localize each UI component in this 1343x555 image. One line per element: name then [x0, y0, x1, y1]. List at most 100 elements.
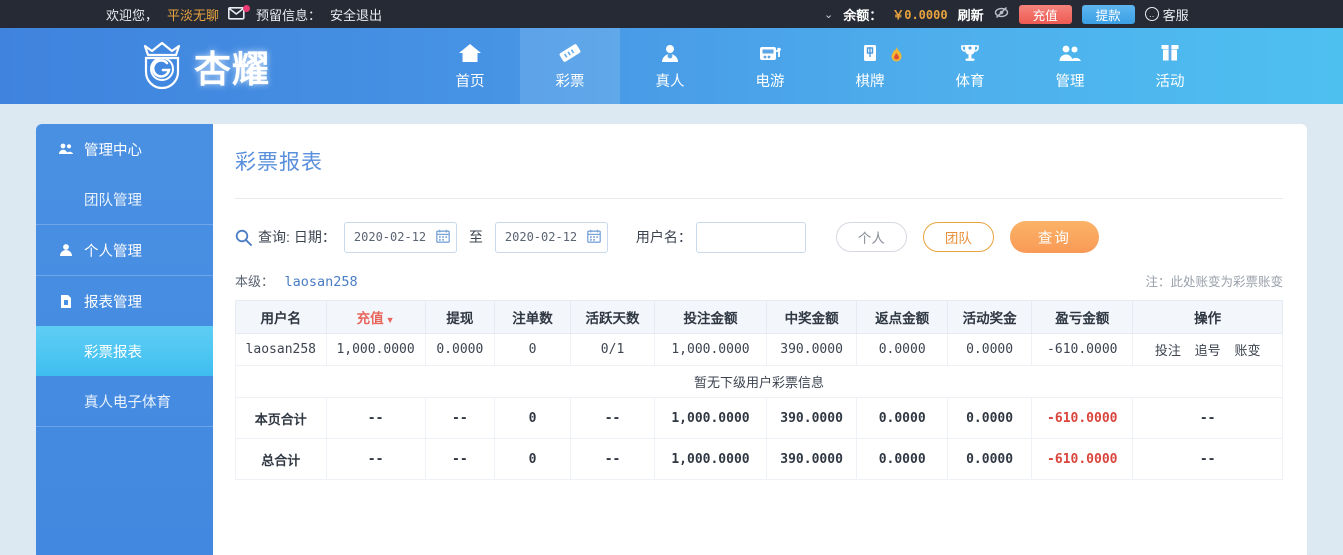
nav-item-label: 棋牌 — [855, 74, 885, 90]
withdraw-button[interactable]: 提款 — [1081, 4, 1135, 24]
cell-rebate: 0.0000 — [856, 397, 948, 439]
balance-label: 余额： — [843, 7, 883, 23]
users-icon — [1058, 41, 1082, 65]
team-filter-button[interactable]: 团队 — [922, 222, 994, 252]
nav-item-manage[interactable]: 管理 — [1020, 28, 1120, 104]
col-win-amount[interactable]: 中奖金额 — [765, 300, 858, 334]
sidebar-subitem-label: 彩票报表 — [84, 344, 142, 361]
username-label: 平淡无聊 — [167, 7, 220, 23]
op-bet-link[interactable]: 投注 — [1155, 344, 1181, 359]
cell-bet-count: 0 — [494, 438, 571, 480]
query-button[interactable]: 查询 — [1009, 221, 1099, 253]
logout-link[interactable]: 安全退出 — [330, 5, 382, 24]
calendar-icon[interactable] — [436, 229, 450, 245]
nav-item-label: 彩票 — [555, 74, 585, 90]
date-to-value: 2020-02-12 — [504, 230, 578, 244]
mail-icon[interactable] — [228, 5, 251, 21]
nav-item-live[interactable]: 真人 — [620, 28, 720, 104]
cell-withdraw: -- — [424, 438, 496, 480]
cell-win-amount: 390.0000 — [765, 397, 858, 439]
top-utility-bar: 欢迎您， 平淡无聊 预留信息： 安全退出 ⌄ 余额： ￥0.0000 刷新 充值… — [0, 0, 1343, 28]
sidebar-item-label: 报表管理 — [84, 294, 142, 311]
calendar-icon[interactable] — [587, 229, 601, 245]
table-row: laosan258 1,000.0000 0.0000 0 0/1 1,000.… — [235, 333, 1283, 366]
page-total-row: 本页合计 -- -- 0 -- 1,000.0000 390.0000 0.00… — [235, 397, 1283, 439]
sidebar-item-lottery-report[interactable]: 彩票报表 — [36, 326, 213, 376]
date-range-separator: 至 — [468, 229, 483, 245]
nav-item-activity[interactable]: 活动 — [1120, 28, 1220, 104]
nav-item-lottery[interactable]: 彩票 — [520, 28, 620, 104]
username-label: 用户名： — [635, 229, 692, 245]
ticket-icon — [558, 41, 582, 65]
sidebar-item-personal-manage[interactable]: 个人管理 — [36, 225, 213, 275]
cell-rebate: 0.0000 — [856, 438, 948, 480]
col-username[interactable]: 用户名 — [235, 300, 327, 334]
sidebar-item-label: 管理中心 — [84, 142, 142, 159]
balance-value: ￥0.0000 — [892, 7, 948, 22]
nav-item-label: 管理 — [1055, 74, 1085, 90]
nav-item-egame[interactable]: 电游 — [720, 28, 820, 104]
nav-item-sports[interactable]: 体育 — [920, 28, 1020, 104]
col-withdraw[interactable]: 提现 — [424, 300, 496, 334]
cell-bonus: 0.0000 — [946, 438, 1033, 480]
col-recharge[interactable]: 充值 ▼ — [325, 300, 426, 334]
search-icon — [235, 229, 252, 246]
cell-win-amount: 390.0000 — [765, 333, 858, 366]
col-profit[interactable]: 盈亏金额 — [1031, 300, 1134, 334]
sidebar-item-report-manage[interactable]: 报表管理 — [36, 276, 213, 326]
cell-win-amount: 390.0000 — [765, 438, 858, 480]
cell-rebate: 0.0000 — [856, 333, 948, 366]
query-label: 查询: — [258, 229, 290, 245]
col-bet-count[interactable]: 注单数 — [494, 300, 571, 334]
dealer-icon — [658, 41, 682, 65]
cell-bet-amount: 1,000.0000 — [654, 333, 767, 366]
chevron-down-icon[interactable]: ⌄ — [824, 8, 833, 21]
op-transaction-link[interactable]: 账变 — [1235, 344, 1261, 359]
empty-state-text: 暂无下级用户彩票信息 — [235, 365, 1283, 398]
col-bonus[interactable]: 活动奖金 — [946, 300, 1033, 334]
customer-service-label: 客服 — [1162, 7, 1189, 23]
op-chase-link[interactable]: 追号 — [1195, 344, 1221, 359]
cell-active-days: -- — [569, 397, 656, 439]
trophy-icon — [958, 41, 982, 65]
username-input[interactable] — [695, 221, 806, 253]
hot-fire-icon — [889, 46, 904, 66]
level-note-row: 本级： laosan258 注：此处账变为彩票账变 — [235, 271, 1283, 300]
customer-service-button[interactable]: ‥ 客服 — [1144, 5, 1189, 24]
col-active-days[interactable]: 活跃天数 — [569, 300, 656, 334]
grand-total-row: 总合计 -- -- 0 -- 1,000.0000 390.0000 0.000… — [235, 438, 1283, 480]
person-filter-button[interactable]: 个人 — [835, 222, 907, 252]
date-from-input[interactable]: 2020-02-12 — [343, 221, 457, 253]
cell-recharge: -- — [325, 438, 426, 480]
nav-item-chess[interactable]: 棋牌 — [820, 28, 920, 104]
col-bet-amount[interactable]: 投注金额 — [654, 300, 767, 334]
brand-logo[interactable]: 杏耀 — [134, 38, 270, 94]
sidebar-item-label: 个人管理 — [84, 243, 142, 260]
sidebar-item-live-egame-sports[interactable]: 真人电子体育 — [36, 376, 213, 426]
cell-operations: 投注 追号 账变 — [1132, 333, 1283, 366]
sidebar-item-manage-center[interactable]: 管理中心 — [36, 124, 213, 174]
cell-bonus: 0.0000 — [946, 333, 1033, 366]
nav-item-label: 体育 — [955, 74, 985, 90]
page-title: 彩票报表 — [235, 146, 1283, 199]
col-rebate[interactable]: 返点金额 — [856, 300, 948, 334]
main-panel: 彩票报表 查询: 日期： 2020-02-12 至 2020-02-12 用户名… — [213, 124, 1307, 555]
sidebar-item-team-manage[interactable]: 团队管理 — [36, 174, 213, 224]
home-icon — [458, 41, 482, 65]
recharge-button[interactable]: 充值 — [1018, 4, 1072, 24]
refresh-button[interactable]: 刷新 — [958, 5, 984, 24]
date-to-input[interactable]: 2020-02-12 — [494, 221, 608, 253]
empty-state-row: 暂无下级用户彩票信息 — [235, 365, 1283, 398]
current-level: 本级： laosan258 — [235, 271, 358, 291]
cell-profit: -610.0000 — [1031, 333, 1134, 366]
cell-username[interactable]: laosan258 — [235, 333, 327, 366]
nav-item-home[interactable]: 首页 — [420, 28, 520, 104]
user-icon — [58, 243, 74, 257]
mahjong-tile-icon — [858, 41, 882, 65]
mail-unread-dot — [243, 5, 251, 12]
cell-active-days: -- — [569, 438, 656, 480]
level-username[interactable]: laosan258 — [284, 274, 357, 290]
main-navigation-bar: 杏耀 首页 彩票 真人 电游 棋牌 体育 管理 活动 — [0, 28, 1343, 104]
welcome-label: 欢迎您， — [106, 7, 159, 23]
eye-off-icon[interactable] — [994, 5, 1009, 23]
